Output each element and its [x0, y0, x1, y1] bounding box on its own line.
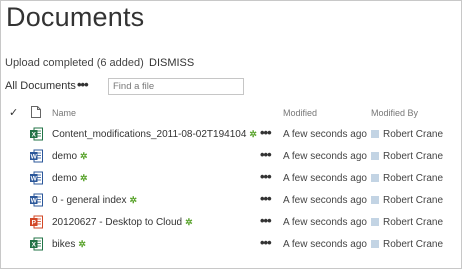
excel-icon: X: [30, 237, 43, 251]
new-item-icon: ✲: [249, 129, 257, 139]
modified-by-user-link[interactable]: Robert Crane: [383, 129, 443, 140]
svg-text:W: W: [31, 198, 38, 205]
user-presence-icon: [371, 218, 379, 226]
file-more-options-button[interactable]: •••: [260, 125, 272, 140]
excel-icon: X: [30, 127, 43, 141]
file-more-options-button[interactable]: •••: [260, 213, 272, 228]
column-header-modified[interactable]: Modified: [283, 108, 317, 118]
file-name-text[interactable]: 0 - general index: [52, 195, 127, 206]
modified-time: A few seconds ago: [283, 129, 367, 140]
svg-text:X: X: [32, 242, 37, 249]
modified-by-user-link[interactable]: Robert Crane: [383, 173, 443, 184]
file-more-options-button[interactable]: •••: [260, 235, 272, 250]
view-selector-all-documents[interactable]: All Documents: [5, 80, 76, 92]
file-name-link[interactable]: bikes ✲: [52, 239, 86, 250]
file-name-link[interactable]: 0 - general index ✲: [52, 195, 137, 206]
powerpoint-icon: P: [30, 215, 43, 229]
file-name-text[interactable]: demo: [52, 151, 77, 162]
file-more-options-button[interactable]: •••: [260, 191, 272, 206]
page-title: Documents: [6, 2, 145, 32]
file-row[interactable]: P 20120627 - Desktop to Cloud ✲ ••• A few se…: [0, 212, 460, 234]
modified-time: A few seconds ago: [283, 173, 367, 184]
new-item-icon: ✲: [80, 151, 88, 161]
modified-time: A few seconds ago: [283, 217, 367, 228]
word-icon: W: [30, 193, 43, 207]
file-name-text[interactable]: 20120627 - Desktop to Cloud: [52, 217, 182, 228]
file-name-link[interactable]: demo ✲: [52, 151, 88, 162]
select-all-checkbox[interactable]: ✓: [9, 106, 18, 119]
file-name-text[interactable]: bikes: [52, 239, 75, 250]
word-icon: W: [30, 171, 43, 185]
file-row[interactable]: Xbikes ✲ ••• A few seconds ago Robert Crane: [0, 234, 460, 256]
view-more-options-button[interactable]: •••: [77, 77, 89, 92]
modified-by-user-link[interactable]: Robert Crane: [383, 195, 443, 206]
file-row[interactable]: Wdemo ✲ ••• A few seconds ago Robert Crane: [0, 146, 460, 168]
file-more-options-button[interactable]: •••: [260, 147, 272, 162]
user-presence-icon: [371, 152, 379, 160]
modified-by-user-link[interactable]: Robert Crane: [383, 239, 443, 250]
file-name-link[interactable]: demo ✲: [52, 173, 88, 184]
svg-text:W: W: [31, 154, 38, 161]
find-file-search-input[interactable]: [108, 78, 244, 95]
file-row[interactable]: W 0 - general index ✲ ••• A few seconds ago R…: [0, 190, 460, 212]
modified-time: A few seconds ago: [283, 239, 367, 250]
file-name-text[interactable]: Content_modifications_2011-08-02T194104: [52, 129, 246, 140]
svg-text:W: W: [31, 176, 38, 183]
file-name-text[interactable]: demo: [52, 173, 77, 184]
new-item-icon: ✲: [80, 173, 88, 183]
modified-by-user-link[interactable]: Robert Crane: [383, 217, 443, 228]
column-header-name[interactable]: Name: [52, 108, 76, 118]
modified-time: A few seconds ago: [283, 151, 367, 162]
new-item-icon: ✲: [129, 195, 138, 205]
new-item-icon: ✲: [78, 239, 86, 249]
svg-text:X: X: [32, 132, 37, 139]
file-name-link[interactable]: 20120627 - Desktop to Cloud ✲: [52, 217, 193, 228]
file-name-link[interactable]: Content_modifications_2011-08-02T194104 ✲: [52, 129, 257, 140]
file-type-header-icon[interactable]: [31, 106, 41, 118]
word-icon: W: [30, 149, 43, 163]
modified-time: A few seconds ago: [283, 195, 367, 206]
user-presence-icon: [371, 174, 379, 182]
user-presence-icon: [371, 240, 379, 248]
svg-text:P: P: [32, 220, 37, 227]
new-item-icon: ✲: [185, 217, 193, 227]
upload-status-message: Upload completed (6 added): [5, 57, 144, 69]
column-header-modified-by[interactable]: Modified By: [371, 108, 418, 118]
modified-by-user-link[interactable]: Robert Crane: [383, 151, 443, 162]
file-more-options-button[interactable]: •••: [260, 169, 272, 184]
file-row[interactable]: Wdemo ✲ ••• A few seconds ago Robert Crane: [0, 168, 460, 190]
dismiss-button[interactable]: DISMISS: [149, 57, 194, 69]
file-row[interactable]: X Content_modifications_2011-08-02T194104…: [0, 124, 460, 146]
user-presence-icon: [371, 196, 379, 204]
user-presence-icon: [371, 130, 379, 138]
